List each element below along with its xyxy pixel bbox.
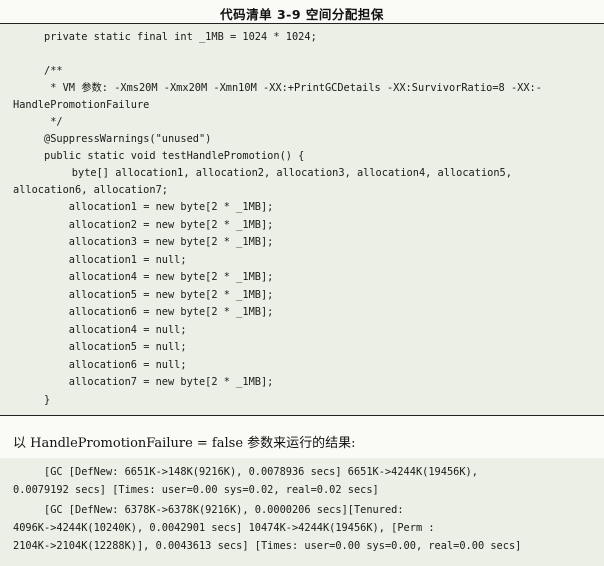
output-line: 2104K->2104K(12288K)], 0.0043613 secs] [… — [13, 540, 522, 552]
code-line: @SuppressWarnings("unused") — [44, 133, 212, 145]
code-line: allocation7 = new byte[2 * _1MB]; — [44, 376, 274, 388]
result-note: 以 HandlePromotionFailure = false 参数来运行的结… — [13, 436, 356, 451]
code-line: allocation4 = new byte[2 * _1MB]; — [44, 271, 274, 283]
output-line: 4096K->4244K(10240K), 0.0042901 secs] 10… — [13, 522, 435, 534]
code-line: allocation3 = new byte[2 * _1MB]; — [44, 236, 274, 248]
code-line: allocation5 = null; — [44, 341, 187, 353]
code-line: allocation5 = new byte[2 * _1MB]; — [44, 289, 274, 301]
code-line: } — [44, 394, 51, 406]
code-listing: private static final int _1MB = 1024 * 1… — [0, 24, 604, 415]
code-line: public static void testHandlePromotion()… — [44, 150, 305, 162]
output-line: [GC [DefNew: 6378K->6378K(9216K), 0.0000… — [44, 504, 404, 516]
listing-caption: 代码清单 3-9 空间分配担保 — [220, 7, 384, 22]
code-line: allocation6 = null; — [44, 359, 187, 371]
code-line: allocation2 = new byte[2 * _1MB]; — [44, 219, 274, 231]
code-line: HandlePromotionFailure — [13, 99, 150, 111]
code-line: allocation6 = new byte[2 * _1MB]; — [44, 306, 274, 318]
code-line: */ — [44, 116, 63, 128]
code-line: allocation6, allocation7; — [13, 184, 168, 196]
gc-output: [GC [DefNew: 6651K->148K(9216K), 0.00789… — [0, 458, 604, 566]
bottom-rule — [0, 415, 604, 416]
code-line: * VM 参数: -Xms20M -Xmx20M -Xmn10M -XX:+Pr… — [44, 82, 542, 94]
document-page: 代码清单 3-9 空间分配担保 private static final int… — [0, 0, 604, 566]
code-line: allocation4 = null; — [44, 324, 187, 336]
code-line: allocation1 = new byte[2 * _1MB]; — [44, 201, 274, 213]
code-line: byte[] allocation1, allocation2, allocat… — [47, 167, 512, 179]
code-line: allocation1 = null; — [44, 254, 187, 266]
code-line: private static final int _1MB = 1024 * 1… — [44, 31, 317, 43]
code-line: /** — [44, 65, 63, 77]
output-line: [GC [DefNew: 6651K->148K(9216K), 0.00789… — [44, 466, 478, 478]
output-line: 0.0079192 secs] [Times: user=0.00 sys=0.… — [13, 484, 379, 496]
